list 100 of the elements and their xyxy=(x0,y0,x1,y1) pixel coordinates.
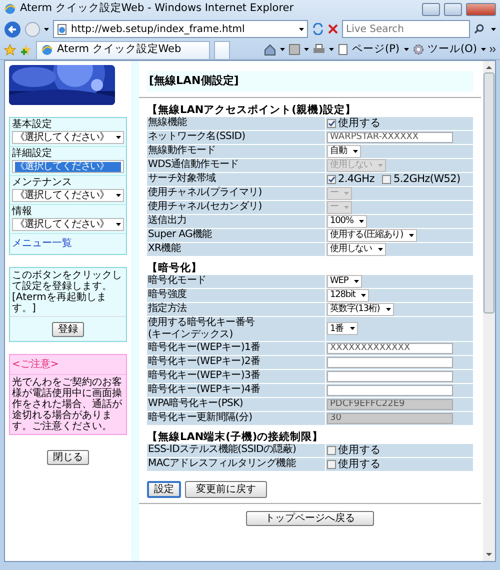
checkbox-label: 使用する xyxy=(338,444,381,456)
caret-icon xyxy=(386,308,391,310)
checkbox-label: 使用する xyxy=(338,117,381,129)
page-icon xyxy=(338,44,348,55)
address-field[interactable]: http://web.setup/index_frame.html xyxy=(53,20,308,38)
form-button[interactable]: 設定 xyxy=(147,480,181,498)
stop-icon[interactable] xyxy=(328,24,338,34)
field-label: 使用チャネル(セカンダリ) xyxy=(147,200,325,214)
checkbox-label: 5.2GHz(W52) xyxy=(393,173,460,185)
field-label: XR機能 xyxy=(147,242,325,256)
caret-icon[interactable] xyxy=(44,28,49,30)
menu-label: 詳細設定 xyxy=(12,148,53,160)
caret-icon xyxy=(359,220,364,222)
printer-icon[interactable] xyxy=(313,44,325,55)
field-label: Super AG機能 xyxy=(147,228,325,242)
dropdown[interactable]: WEP xyxy=(327,274,362,288)
field-label: WPA暗号化キー(PSK) xyxy=(147,398,325,410)
dropdown[interactable]: 100% xyxy=(327,214,368,228)
dropdown[interactable]: 使用しない xyxy=(327,242,386,256)
checkbox-label: 2.4GHz xyxy=(338,173,374,185)
browser-icon xyxy=(4,3,16,15)
caret-icon[interactable] xyxy=(299,28,304,30)
dropdown[interactable]: 128bit xyxy=(327,288,370,302)
scrollbar[interactable] xyxy=(483,61,495,561)
caret-icon xyxy=(116,223,121,226)
dropdown[interactable]: 《選択してください》 xyxy=(12,131,124,144)
star-icon[interactable] xyxy=(4,44,16,56)
register-button[interactable]: 登録 xyxy=(52,322,84,336)
dropdown[interactable]: 使用する(圧縮あり) xyxy=(327,228,418,242)
add-favorite-icon[interactable] xyxy=(20,44,32,56)
back-icon[interactable] xyxy=(4,20,21,38)
dropdown[interactable]: 1番 xyxy=(327,322,358,335)
caret-icon xyxy=(361,294,366,296)
minimize-button[interactable] xyxy=(422,2,440,16)
refresh-icon[interactable] xyxy=(312,23,324,35)
checkbox[interactable] xyxy=(382,174,392,184)
field-label: 暗号化キー更新間隔(分) xyxy=(147,412,325,424)
caret-icon xyxy=(481,48,486,51)
browser-tab[interactable]: Aterm クイック設定Web xyxy=(36,40,210,58)
caret-icon[interactable] xyxy=(304,48,309,51)
text-field[interactable] xyxy=(327,370,453,382)
dropdown[interactable]: 自動 xyxy=(327,144,361,158)
note-text: このボタンをクリックして設定を登録します。[Atermを再起動します。] xyxy=(10,268,126,316)
home-icon[interactable] xyxy=(264,44,276,56)
caret-icon[interactable] xyxy=(280,48,285,51)
text-field[interactable] xyxy=(327,356,453,368)
field-label: 暗号化キー(WEPキー)1番 xyxy=(147,342,325,354)
close-page-button[interactable]: 閉じる xyxy=(47,450,89,465)
checkbox-label: 使用する xyxy=(338,458,381,470)
dropdown[interactable]: 《選択してください》 xyxy=(12,189,124,202)
maximize-button[interactable] xyxy=(444,2,462,16)
window-title: Aterm クイック設定Web - Windows Internet Explorer xyxy=(20,1,295,16)
close-button[interactable] xyxy=(466,2,496,16)
page-heading: [無線LAN側設定] xyxy=(147,71,473,92)
checkbox[interactable] xyxy=(327,118,336,128)
menu-label: 情報 xyxy=(12,206,33,218)
browser-icon xyxy=(41,44,53,56)
page-menu[interactable]: ページ(P) xyxy=(338,42,409,58)
field-label: 暗号化キー(WEPキー)4番 xyxy=(147,384,325,396)
field-label: 使用チャネル(プライマリ) xyxy=(147,186,325,200)
field-label: サーチ対象帯域 xyxy=(147,172,325,186)
caret-icon[interactable] xyxy=(491,28,496,30)
form-button[interactable]: 変更前に戻す xyxy=(185,480,267,498)
caret-icon[interactable] xyxy=(329,48,334,51)
field-label: 無線動作モード xyxy=(147,144,325,158)
new-tab-button[interactable] xyxy=(214,40,230,58)
chevron-icon[interactable] xyxy=(490,47,496,52)
menu-link[interactable]: メニュー一覧 xyxy=(12,238,72,249)
field-label: WDS通信動作モード xyxy=(147,158,325,172)
dropdown[interactable]: 英数字(13桁) xyxy=(327,302,394,316)
top-page-button[interactable]: トップページへ戻る xyxy=(246,510,374,526)
section-title: 【無線LANアクセスポイント(親機)設定】 xyxy=(147,104,358,116)
text-field[interactable]: WARPSTAR-XXXXXX xyxy=(327,132,453,142)
field-label: 暗号化モード xyxy=(147,274,325,288)
caution-title: <ご注意> xyxy=(10,355,126,375)
tools-menu[interactable]: ツール(O) xyxy=(412,42,486,58)
text-field[interactable]: XXXXXXXXXXXXX xyxy=(327,342,453,354)
menu-label: 基本設定 xyxy=(12,119,53,131)
caret-icon xyxy=(378,164,384,166)
field-label: ESS-IDステルス機能(SSIDの隠蔽) xyxy=(147,444,325,456)
field-label: 使用する暗号化キー番号 (キーインデックス) xyxy=(147,316,325,340)
text-field[interactable] xyxy=(327,384,453,396)
caret-icon xyxy=(352,150,358,152)
caret-icon xyxy=(378,248,384,250)
checkbox[interactable] xyxy=(327,446,336,454)
caret-icon xyxy=(409,234,414,236)
dropdown[interactable]: 《選択してください》 xyxy=(12,218,124,231)
field-label: 暗号化キー(WEPキー)3番 xyxy=(147,370,325,382)
menu-label: メンテナンス xyxy=(12,177,73,189)
field-label: MACアドレスフィルタリング機能 xyxy=(147,458,325,470)
field-label: 無線機能 xyxy=(147,116,325,130)
search-icon[interactable] xyxy=(474,24,484,34)
search-field[interactable]: Live Search xyxy=(342,20,470,38)
caret-icon xyxy=(344,206,350,208)
checkbox[interactable] xyxy=(327,174,336,184)
caret-icon xyxy=(116,194,121,197)
caret-icon xyxy=(350,327,355,330)
field-label: 指定方法 xyxy=(147,302,325,316)
checkbox[interactable] xyxy=(327,460,336,468)
field-label: 送信出力 xyxy=(147,214,325,228)
